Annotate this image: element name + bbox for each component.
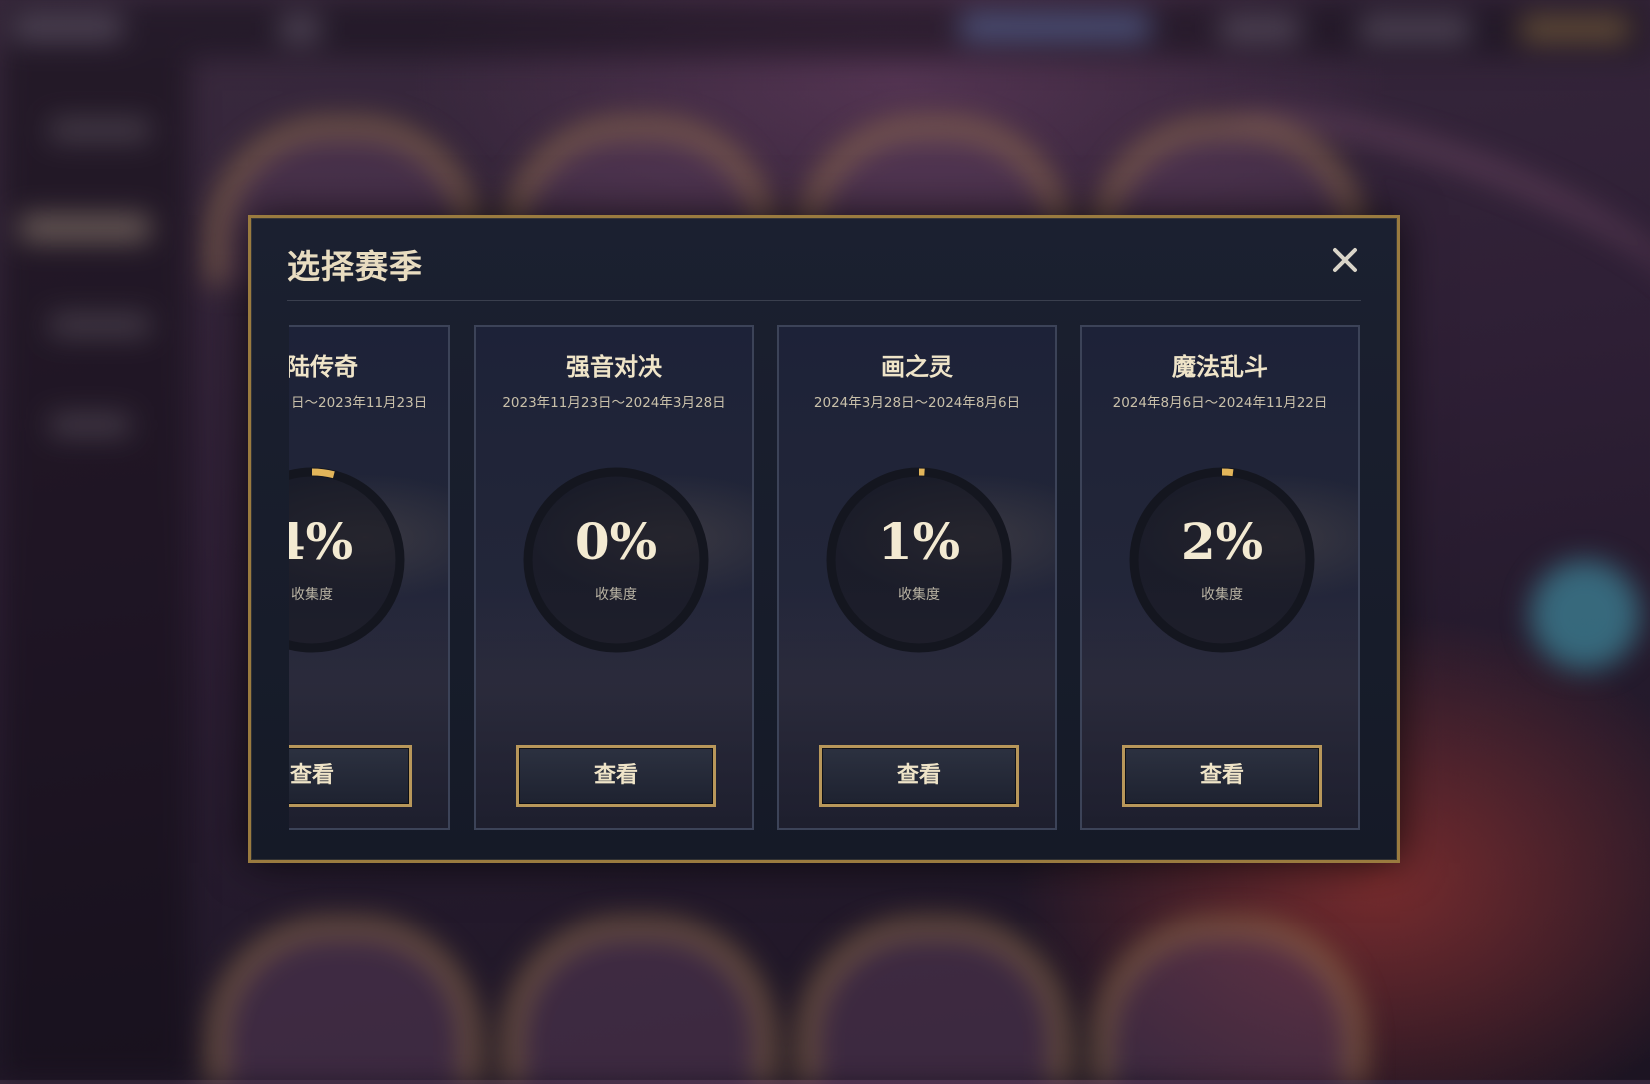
nav-item-active xyxy=(960,14,1150,40)
sidebar xyxy=(0,58,190,1080)
bg-tile xyxy=(505,920,773,1084)
bg-tile xyxy=(800,920,1068,1084)
currency xyxy=(1520,16,1630,42)
collection-label: 收集度 xyxy=(291,587,333,603)
collection-ring: 2% 收集度 xyxy=(1122,460,1322,660)
collection-percent: 2% xyxy=(1180,512,1264,571)
view-button[interactable]: 查看 xyxy=(516,745,716,807)
season-dates: 2023年11月23日～2024年3月28日 xyxy=(502,395,726,411)
sidebar-item xyxy=(50,120,150,140)
season-dates: 2024年8月6日～2024年11月22日 xyxy=(1112,395,1328,411)
season-name: 画之灵 xyxy=(881,353,953,381)
collection-percent: 0% xyxy=(574,512,658,571)
view-button[interactable]: 查看 xyxy=(1122,745,1322,807)
divider xyxy=(287,300,1361,301)
view-button[interactable]: 查看 xyxy=(819,745,1019,807)
collection-label: 收集度 xyxy=(898,587,940,603)
season-carousel[interactable]: 大陆传奇 日～2023年11月23日 4% 收集度 查看 强音对决 2023年11… xyxy=(289,325,1367,830)
sidebar-item xyxy=(50,315,150,335)
season-card: 魔法乱斗 2024年8月6日～2024年11月22日 2% 收集度 查看 xyxy=(1080,325,1360,830)
collection-label: 收集度 xyxy=(1201,587,1243,603)
collection-label: 收集度 xyxy=(595,587,637,603)
logo xyxy=(12,14,122,40)
collection-percent: 1% xyxy=(877,512,961,571)
sidebar-item xyxy=(50,415,130,435)
bg-tile xyxy=(1095,920,1363,1084)
collection-percent: 4% xyxy=(289,512,354,571)
modal-title: 选择赛季 xyxy=(287,247,423,286)
collection-ring: 1% 收集度 xyxy=(819,460,1019,660)
sidebar-item-active xyxy=(20,215,150,241)
season-card: 强音对决 2023年11月23日～2024年3月28日 0% 收集度 查看 xyxy=(474,325,754,830)
season-name: 强音对决 xyxy=(566,353,662,381)
season-name: 魔法乱斗 xyxy=(1172,353,1268,381)
select-season-modal: 选择赛季 大陆传奇 日～2023年11月23日 4% 收集度 查看 强音对决 20… xyxy=(248,215,1400,863)
season-dates: 日～2023年11月23日 xyxy=(291,395,428,411)
bg-tile xyxy=(210,920,478,1084)
season-name: 大陆传奇 xyxy=(289,353,358,381)
nav-item xyxy=(280,16,320,42)
collection-ring: 4% 收集度 xyxy=(289,460,412,660)
season-dates: 2024年3月28日～2024年8月6日 xyxy=(813,395,1021,411)
nav-item xyxy=(1220,16,1300,42)
close-icon xyxy=(1333,248,1357,272)
nav-item xyxy=(1360,16,1470,42)
view-button[interactable]: 查看 xyxy=(289,745,412,807)
season-card: 大陆传奇 日～2023年11月23日 4% 收集度 查看 xyxy=(289,325,450,830)
close-button[interactable] xyxy=(1323,238,1367,282)
season-card: 画之灵 2024年3月28日～2024年8月6日 1% 收集度 查看 xyxy=(777,325,1057,830)
bg-orb xyxy=(1530,560,1640,670)
collection-ring: 0% 收集度 xyxy=(516,460,716,660)
